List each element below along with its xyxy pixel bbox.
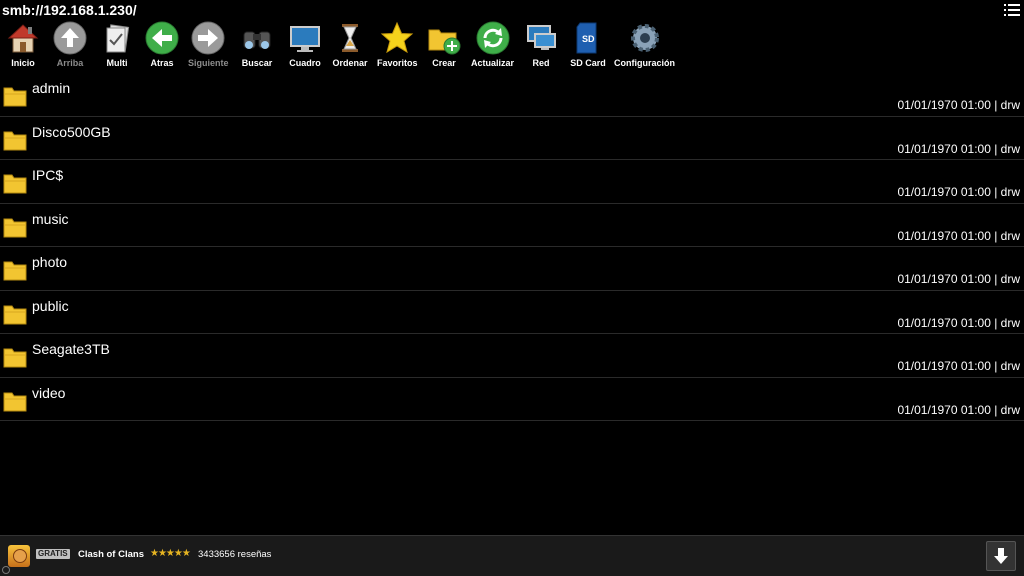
ad-info-icon[interactable] — [2, 566, 10, 574]
forward-label: Siguiente — [188, 58, 229, 68]
sd-card-label: SD Card — [570, 58, 606, 68]
file-name: Seagate3TB — [32, 341, 110, 357]
ad-title: Clash of Clans — [78, 549, 144, 560]
file-name: IPC$ — [32, 167, 64, 183]
settings-button[interactable]: Configuración — [614, 20, 675, 68]
file-name: public — [32, 297, 69, 314]
sort-button[interactable]: Ordenar — [332, 20, 368, 68]
network-icon — [527, 25, 556, 50]
multi-button[interactable]: Multi — [99, 20, 135, 68]
refresh-button[interactable]: Actualizar — [471, 20, 514, 68]
search-button[interactable]: Buscar — [239, 20, 275, 68]
file-row[interactable]: IPC$ 01/01/1970 01:00 | drw — [0, 160, 1024, 204]
sd-card-button[interactable]: SD SD Card — [570, 20, 606, 68]
svg-text:SD: SD — [582, 34, 595, 44]
home-button[interactable]: Inicio — [5, 20, 41, 68]
forward-arrow-icon — [191, 21, 225, 55]
up-arrow-icon — [53, 21, 87, 55]
folder-icon — [3, 174, 27, 194]
file-list: admin 01/01/1970 01:00 | drw Disco500GB … — [0, 73, 1024, 421]
file-meta: 01/01/1970 01:00 | drw — [897, 402, 1020, 417]
up-button[interactable]: Arriba — [52, 20, 88, 68]
download-arrow-icon — [994, 548, 1008, 564]
toolbar: Inicio Arriba Multi Atras Siguiente Busc… — [0, 20, 700, 72]
folder-icon — [3, 348, 27, 368]
file-row[interactable]: public 01/01/1970 01:00 | drw — [0, 291, 1024, 334]
file-row[interactable]: Seagate3TB 01/01/1970 01:00 | drw — [0, 334, 1024, 378]
folder-icon — [3, 392, 27, 411]
current-path: smb://192.168.1.230/ — [2, 2, 137, 18]
hourglass-icon — [342, 24, 358, 52]
file-meta: 01/01/1970 01:00 | drw — [897, 272, 1020, 286]
favorites-button[interactable]: Favoritos — [377, 20, 418, 68]
network-label: Red — [532, 58, 550, 68]
file-row[interactable]: admin 01/01/1970 01:00 | drw — [0, 73, 1024, 117]
sd-card-icon: SD — [576, 22, 597, 54]
review-count: 3433656 reseñas — [198, 549, 272, 560]
view-label: Cuadro — [289, 58, 321, 68]
create-label: Crear — [432, 58, 456, 68]
file-name: video — [32, 384, 66, 401]
folder-icon — [3, 305, 27, 324]
monitor-icon — [290, 26, 320, 52]
multi-label: Multi — [106, 58, 128, 68]
folder-icon — [3, 218, 27, 237]
file-meta: 01/01/1970 01:00 | drw — [897, 141, 1020, 156]
forward-button[interactable]: Siguiente — [188, 20, 229, 68]
folder-icon — [3, 87, 27, 107]
view-button[interactable]: Cuadro — [287, 20, 323, 68]
star-icon — [380, 21, 414, 54]
binoculars-icon — [243, 31, 271, 49]
back-label: Atras — [150, 58, 174, 68]
app-icon — [8, 545, 30, 567]
file-name: music — [32, 210, 69, 227]
file-name: photo — [32, 254, 68, 270]
sort-label: Ordenar — [332, 58, 368, 68]
overflow-menu-icon[interactable] — [1004, 4, 1020, 17]
download-button[interactable] — [986, 541, 1016, 571]
file-meta: 01/01/1970 01:00 | drw — [897, 98, 1020, 112]
file-name: admin — [32, 80, 71, 96]
folder-icon — [3, 131, 27, 150]
file-name: Disco500GB — [32, 123, 111, 140]
gear-icon — [630, 24, 659, 52]
multi-select-icon — [106, 24, 130, 53]
new-folder-icon — [428, 29, 461, 55]
settings-label: Configuración — [614, 58, 675, 68]
back-arrow-icon — [145, 21, 179, 55]
file-meta: 01/01/1970 01:00 | drw — [897, 359, 1020, 373]
folder-icon — [3, 261, 27, 281]
rating-stars: ★★★★★ — [150, 548, 191, 559]
network-button[interactable]: Red — [523, 20, 559, 68]
free-badge: GRATIS — [36, 549, 70, 559]
file-meta: 01/01/1970 01:00 | drw — [897, 185, 1020, 199]
path-bar: smb://192.168.1.230/ — [0, 0, 1024, 20]
home-label: Inicio — [11, 58, 35, 68]
file-meta: 01/01/1970 01:00 | drw — [897, 228, 1020, 243]
home-icon — [7, 24, 39, 53]
file-meta: 01/01/1970 01:00 | drw — [897, 315, 1020, 330]
favorites-label: Favoritos — [377, 58, 418, 68]
refresh-label: Actualizar — [471, 58, 515, 68]
file-row[interactable]: music 01/01/1970 01:00 | drw — [0, 204, 1024, 247]
file-row[interactable]: video 01/01/1970 01:00 | drw — [0, 378, 1024, 421]
refresh-icon — [476, 21, 509, 55]
up-label: Arriba — [56, 58, 84, 68]
back-button[interactable]: Atras — [144, 20, 180, 68]
create-button[interactable]: Crear — [426, 20, 462, 68]
ad-banner[interactable]: GRATIS Clash of Clans ★★★★★ 3433656 rese… — [0, 535, 1024, 576]
file-row[interactable]: photo 01/01/1970 01:00 | drw — [0, 247, 1024, 291]
search-label: Buscar — [241, 58, 273, 68]
file-row[interactable]: Disco500GB 01/01/1970 01:00 | drw — [0, 117, 1024, 160]
